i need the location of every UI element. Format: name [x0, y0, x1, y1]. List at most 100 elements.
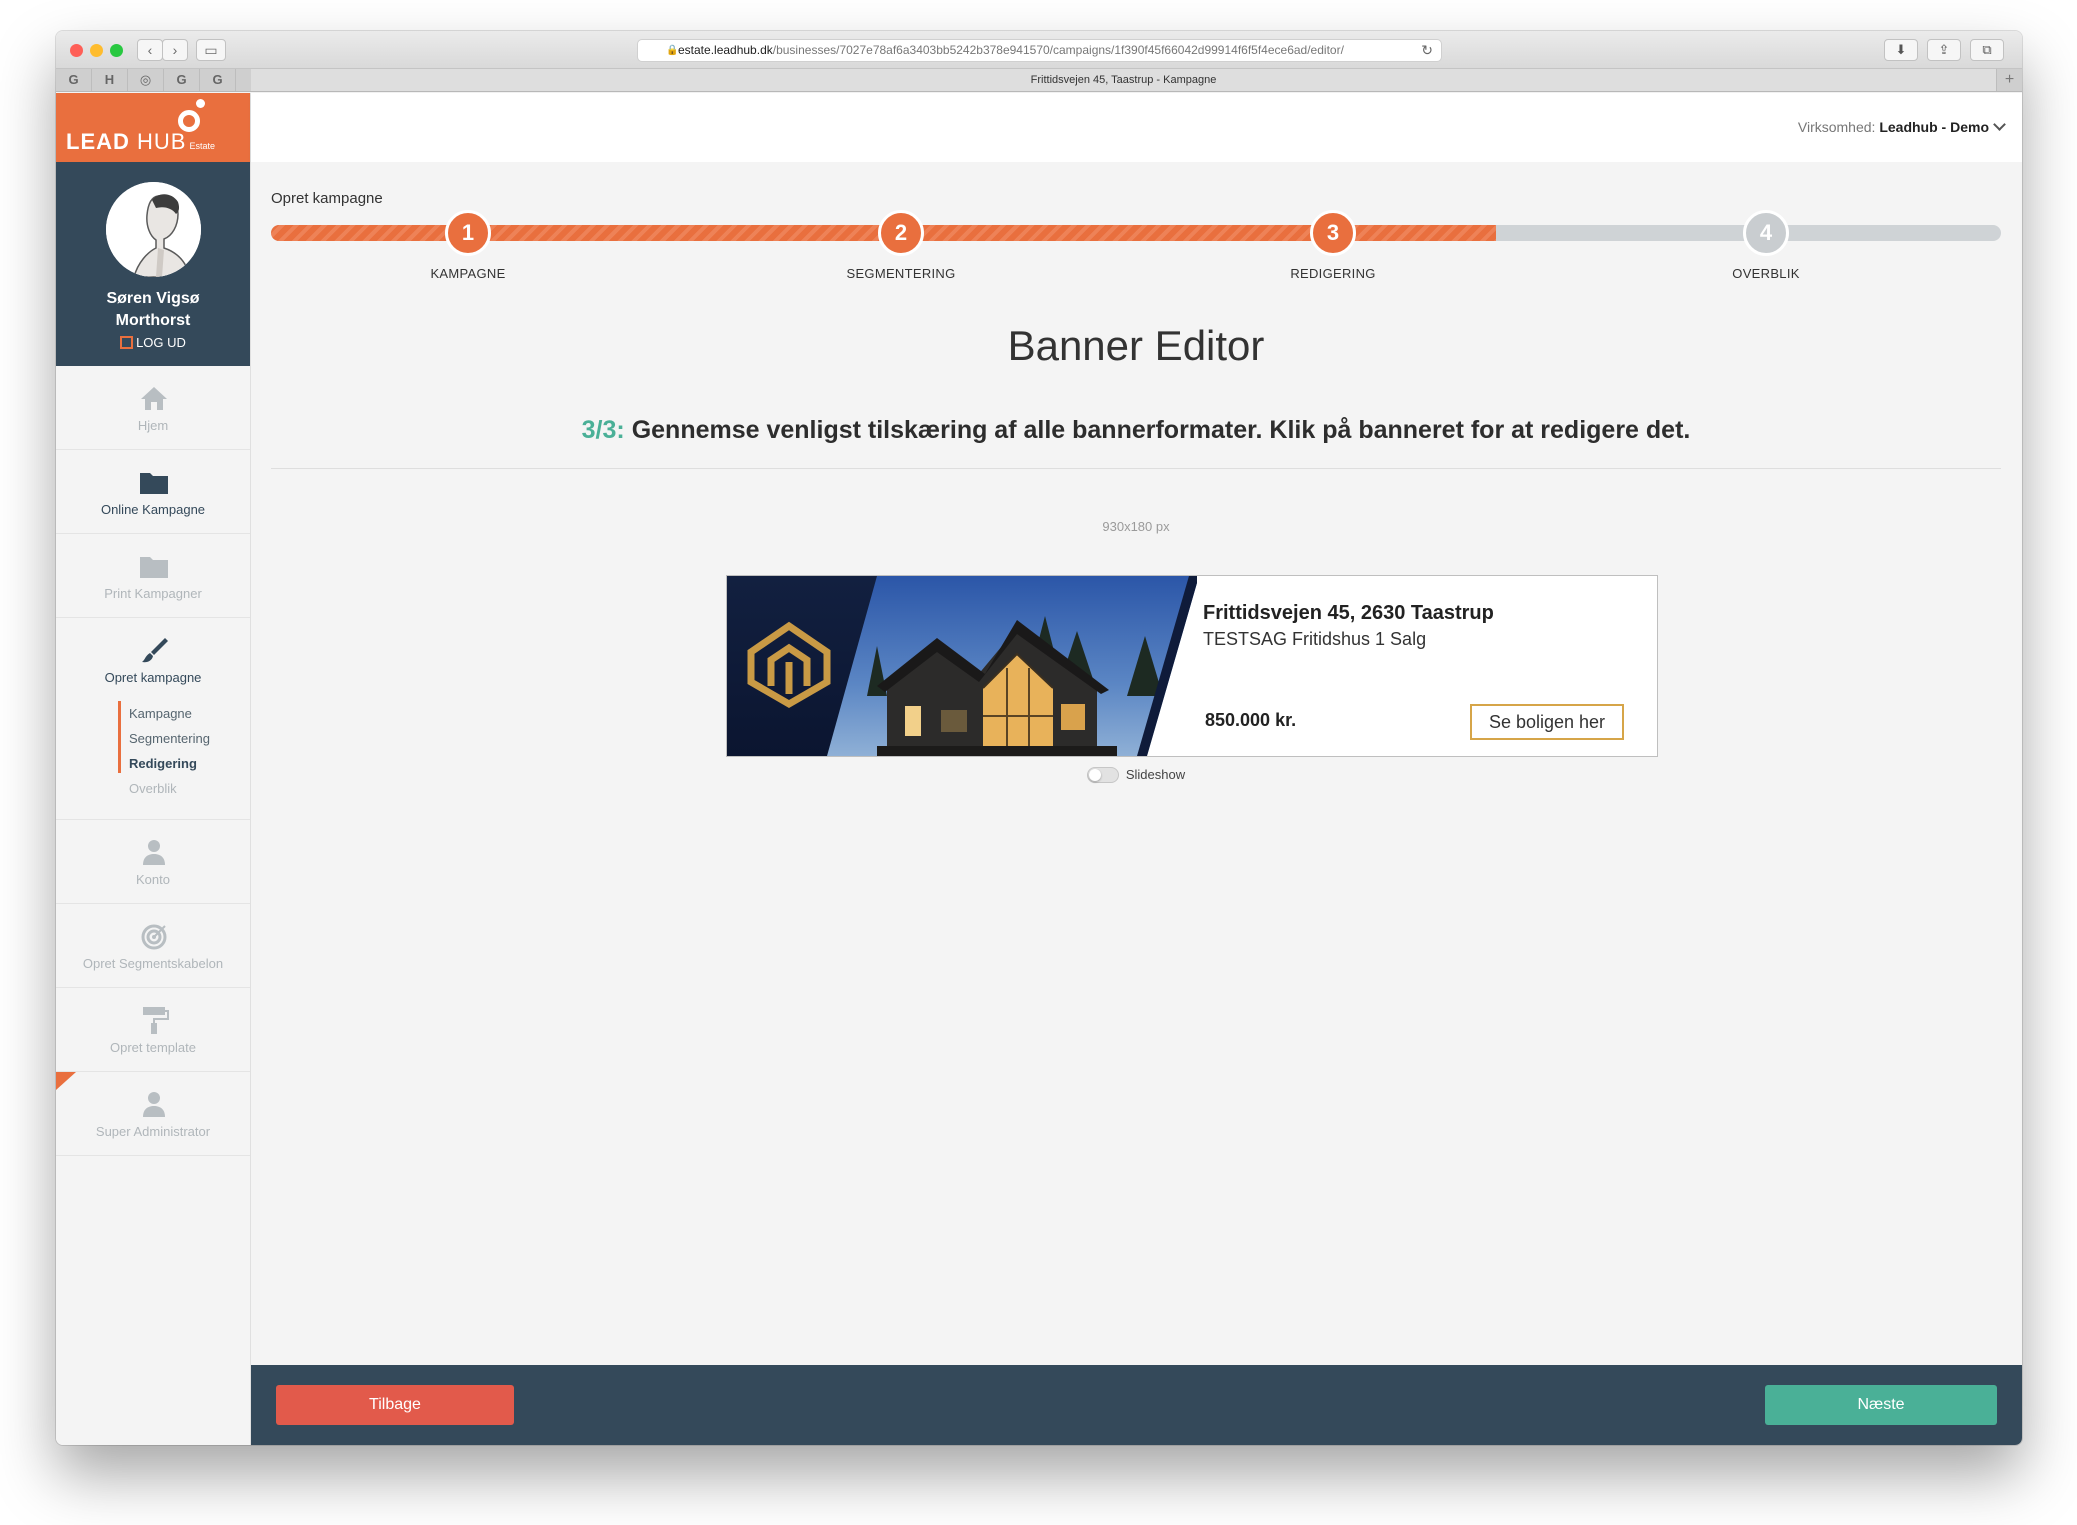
wizard-step-label: OVERBLIK: [1732, 266, 1800, 281]
sidebar-item-label: Konto: [136, 872, 170, 887]
wizard-step-label: KAMPAGNE: [430, 266, 506, 281]
banner-title: Frittidsvejen 45, 2630 Taastrup: [1203, 602, 1494, 624]
sidebar-item-opret-segmentskabelon[interactable]: Opret Segmentskabelon: [56, 904, 250, 988]
active-tab[interactable]: Frittidsvejen 45, Taastrup - Kampagne: [251, 69, 1996, 91]
banner-subtitle: TESTSAG Fritidshus 1 Salg: [1203, 629, 1427, 649]
logo-dot-icon: [196, 99, 205, 108]
logout-button[interactable]: LOG UD: [56, 335, 250, 350]
favorite-location-icon[interactable]: ◎: [128, 69, 164, 91]
sidebar-item-hjem[interactable]: Hjem: [56, 366, 250, 450]
sidebar-item-label: Opret kampagne: [104, 670, 202, 685]
chevron-right-icon: ›: [172, 42, 178, 58]
tab-bar: G H ◎ G G Frittidsvejen 45, Taastrup - K…: [56, 69, 2022, 92]
browser-toolbar: ‹ › ▭ 🔒 estate.leadhub.dk/businesses/702…: [56, 31, 2022, 69]
slideshow-toggle-row: Slideshow: [251, 767, 2021, 783]
sidebar-item-online-kampagne[interactable]: Online Kampagne: [56, 450, 250, 534]
main-content: Opret kampagne 1 KAMPAGNE 2 SEGMENTERING…: [251, 162, 2022, 1396]
back-nav-button[interactable]: ‹: [137, 39, 163, 61]
user-icon: [143, 840, 165, 865]
download-icon: ⬇: [1895, 42, 1907, 57]
sidebar-item-print-kampagner[interactable]: Print Kampagner: [56, 534, 250, 618]
sidebar-icon: ▭: [204, 42, 218, 58]
wizard-step-4[interactable]: 4: [1743, 210, 1789, 256]
new-tab-button[interactable]: +: [1996, 69, 2022, 91]
company-selector[interactable]: Virksomhed: Leadhub - Demo: [1798, 118, 2006, 135]
sidebar-item-label: Print Kampagner: [104, 586, 202, 601]
wizard-label: Opret kampagne: [271, 190, 383, 207]
logo-text: LEAD HUB Estate: [66, 129, 215, 154]
sidebar-item-opret-template[interactable]: Opret template: [56, 988, 250, 1072]
wizard-progress-track: [271, 225, 2001, 241]
sidebar-item-label: Opret Segmentskabelon: [82, 956, 224, 971]
wizard-step-label: SEGMENTERING: [846, 266, 956, 281]
favorite-google-icon[interactable]: G: [200, 69, 236, 91]
avatar: [106, 182, 201, 277]
downloads-button[interactable]: ⬇: [1884, 39, 1918, 61]
wizard-step-label: REDIGERING: [1290, 266, 1376, 281]
subnav-item-redigering[interactable]: Redigering: [129, 751, 210, 776]
banner-house-image: [727, 576, 1197, 756]
sidebar-item-konto[interactable]: Konto: [56, 820, 250, 904]
footer-bar: Tilbage Næste: [251, 1365, 2022, 1445]
sidebar-item-opret-kampagne[interactable]: Opret kampagne Kampagne Segmentering Red…: [56, 618, 250, 820]
url-host: estate.leadhub.dk: [678, 43, 773, 57]
sidebar-toggle-button[interactable]: ▭: [196, 39, 226, 61]
reload-icon[interactable]: ↻: [1421, 40, 1433, 61]
sidebar-item-label: Hjem: [137, 418, 169, 433]
brush-icon: [142, 638, 168, 663]
close-window-button[interactable]: [70, 44, 83, 57]
paint-roller-icon: [143, 1007, 169, 1034]
slideshow-label: Slideshow: [1125, 767, 1186, 782]
forward-nav-button[interactable]: ›: [162, 39, 188, 61]
sidebar-subnav: Kampagne Segmentering Redigering Overbli…: [118, 701, 210, 801]
slideshow-toggle[interactable]: [1086, 767, 1119, 783]
share-icon: ⇪: [1938, 42, 1950, 57]
logout-icon: [120, 336, 134, 349]
subnav-item-overblik[interactable]: Overblik: [118, 776, 199, 801]
folder-icon: [140, 557, 168, 578]
sidebar-item-label: Online Kampagne: [100, 502, 206, 517]
divider: [271, 468, 2001, 469]
zoom-window-button[interactable]: [110, 44, 123, 57]
next-button[interactable]: Næste: [1765, 1385, 1997, 1425]
profile-name: Søren Vigsø Morthorst: [106, 290, 200, 329]
subnav-item-kampagne[interactable]: Kampagne: [129, 701, 210, 726]
sidebar-item-super-administrator[interactable]: Super Administrator: [56, 1072, 250, 1156]
sidebar: LEAD HUB Estate Søren Vigsø Morthorst LOG…: [56, 93, 251, 1445]
favorite-google-icon[interactable]: G: [164, 69, 200, 91]
lock-icon: 🔒: [666, 45, 679, 56]
folder-icon: [140, 473, 168, 494]
wizard-step-1[interactable]: 1: [445, 210, 491, 256]
chevron-down-icon: [1993, 118, 2006, 131]
user-icon: [143, 1092, 165, 1117]
user-profile: Søren Vigsø Morthorst LOG UD: [56, 162, 250, 366]
page-title: Banner Editor: [1007, 322, 1265, 369]
tabs-icon: ⧉: [1982, 42, 1992, 57]
banner-size-label: 930x180 px: [1102, 519, 1170, 534]
chevron-left-icon: ‹: [147, 42, 153, 58]
banner-cta-button[interactable]: Se boligen her: [1470, 704, 1624, 740]
target-icon: [141, 924, 167, 950]
instruction-text: 3/3: Gennemse venligst tilskæring af all…: [581, 416, 1691, 444]
wizard-step-3[interactable]: 3: [1310, 210, 1356, 256]
tabs-overview-button[interactable]: ⧉: [1970, 39, 2004, 61]
browser-window: ‹ › ▭ 🔒 estate.leadhub.dk/businesses/702…: [56, 31, 2022, 1445]
banner-price: 850.000 kr.: [1205, 710, 1297, 730]
sidebar-item-label: Opret template: [110, 1040, 196, 1055]
leadhub-logo[interactable]: LEAD HUB Estate: [56, 93, 250, 162]
back-button[interactable]: Tilbage: [276, 1385, 514, 1425]
wizard-step-2[interactable]: 2: [878, 210, 924, 256]
top-header: Virksomhed: Leadhub - Demo: [251, 93, 2022, 162]
favorites-bar: G H ◎ G G: [56, 69, 251, 91]
address-bar[interactable]: 🔒 estate.leadhub.dk/businesses/7027e78af…: [637, 39, 1442, 62]
subnav-item-segmentering[interactable]: Segmentering: [129, 726, 210, 751]
minimize-window-button[interactable]: [90, 44, 103, 57]
corner-marker: [56, 1072, 76, 1090]
banner-preview[interactable]: Frittidsvejen 45, 2630 Taastrup TESTSAG …: [726, 575, 1658, 757]
share-button[interactable]: ⇪: [1927, 39, 1961, 61]
home-icon: [141, 387, 167, 410]
sidebar-item-label: Super Administrator: [95, 1124, 211, 1139]
url-path: /businesses/7027e78af6a3403bb5242b378e94…: [772, 43, 1344, 57]
favorite-google-icon[interactable]: G: [56, 69, 92, 91]
favorite-h-icon[interactable]: H: [92, 69, 128, 91]
